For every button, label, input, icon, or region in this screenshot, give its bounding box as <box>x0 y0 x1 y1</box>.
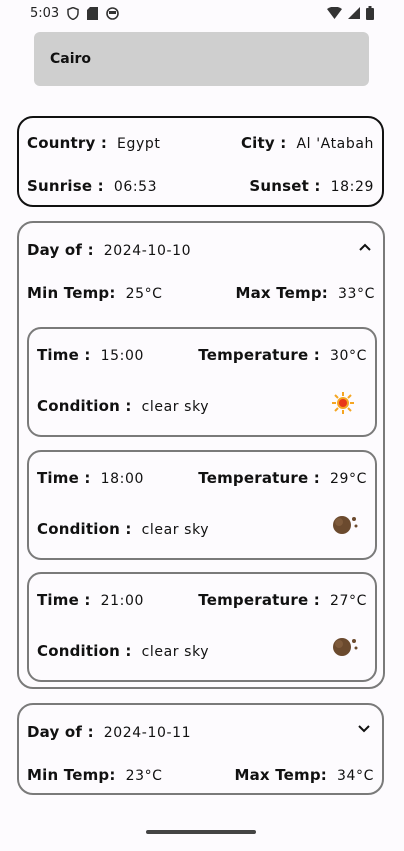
sunset-label: Sunset : <box>249 177 321 195</box>
time-label: Time : <box>37 346 91 364</box>
day-card[interactable]: Day of : 2024-10-10 Min Temp: 25°C Max T… <box>17 221 385 689</box>
condition-value: clear sky <box>141 644 210 660</box>
min-temp-value: 25°C <box>125 286 163 302</box>
max-temp-value: 33°C <box>338 286 375 302</box>
day-label: Day of : <box>27 241 94 259</box>
day-date: 2024-10-10 <box>103 243 192 259</box>
min-temp-value: 23°C <box>125 768 163 784</box>
hourly-forecast-card: Time : 18:00 Temperature : 29°C Conditio… <box>27 450 377 560</box>
moon-icon <box>331 512 361 540</box>
battery-icon <box>366 6 374 20</box>
sunrise-label: Sunrise : <box>27 177 104 195</box>
temperature-label: Temperature : <box>198 591 320 609</box>
moon-icon <box>331 634 361 662</box>
condition-label: Condition : <box>37 520 132 538</box>
condition-value: clear sky <box>141 522 210 538</box>
day-card[interactable]: Day of : 2024-10-11 Min Temp: 23°C Max T… <box>17 703 384 795</box>
chevron-up-icon[interactable] <box>357 239 373 255</box>
shield-icon <box>67 6 79 20</box>
time-label: Time : <box>37 469 91 487</box>
country-value: Egypt <box>117 136 161 152</box>
time-value: 15:00 <box>100 348 144 364</box>
temperature-value: 30°C <box>330 348 367 364</box>
condition-value: clear sky <box>141 399 210 415</box>
hourly-forecast-card: Time : 15:00 Temperature : 30°C Conditio… <box>27 327 377 437</box>
temperature-value: 27°C <box>330 593 367 609</box>
city-label: City : <box>240 134 287 152</box>
time-value: 18:00 <box>100 471 144 487</box>
wifi-icon <box>327 7 342 19</box>
sunrise-value: 06:53 <box>113 179 158 195</box>
status-bar: 5:03 <box>0 0 404 26</box>
temperature-label: Temperature : <box>198 346 320 364</box>
sunset-value: 18:29 <box>330 179 374 195</box>
chevron-down-icon[interactable] <box>356 721 372 737</box>
condition-label: Condition : <box>37 642 132 660</box>
min-temp-label: Min Temp: <box>27 766 116 784</box>
face-icon <box>106 6 120 20</box>
day-label: Day of : <box>27 723 94 741</box>
day-date: 2024-10-11 <box>103 725 192 741</box>
location-info-card: Country : Egypt City : Al 'Atabah Sunris… <box>17 116 384 207</box>
max-temp-label: Max Temp: <box>234 766 327 784</box>
hourly-forecast-card: Time : 21:00 Temperature : 27°C Conditio… <box>27 572 377 682</box>
temperature-label: Temperature : <box>198 469 320 487</box>
time-label: Time : <box>37 591 91 609</box>
country-label: Country : <box>27 134 108 152</box>
status-time: 5:03 <box>30 5 60 21</box>
signal-icon <box>348 7 360 19</box>
max-temp-value: 34°C <box>337 768 374 784</box>
max-temp-label: Max Temp: <box>235 284 328 302</box>
city-search-input[interactable]: Cairo <box>34 32 369 86</box>
city-value: Al 'Atabah <box>296 136 374 152</box>
condition-label: Condition : <box>37 397 132 415</box>
time-value: 21:00 <box>100 593 144 609</box>
sd-card-icon <box>87 6 99 20</box>
temperature-value: 29°C <box>330 471 367 487</box>
home-gesture-bar[interactable] <box>146 830 256 834</box>
city-search-value: Cairo <box>50 51 92 67</box>
min-temp-label: Min Temp: <box>27 284 116 302</box>
sun-icon <box>331 391 355 419</box>
